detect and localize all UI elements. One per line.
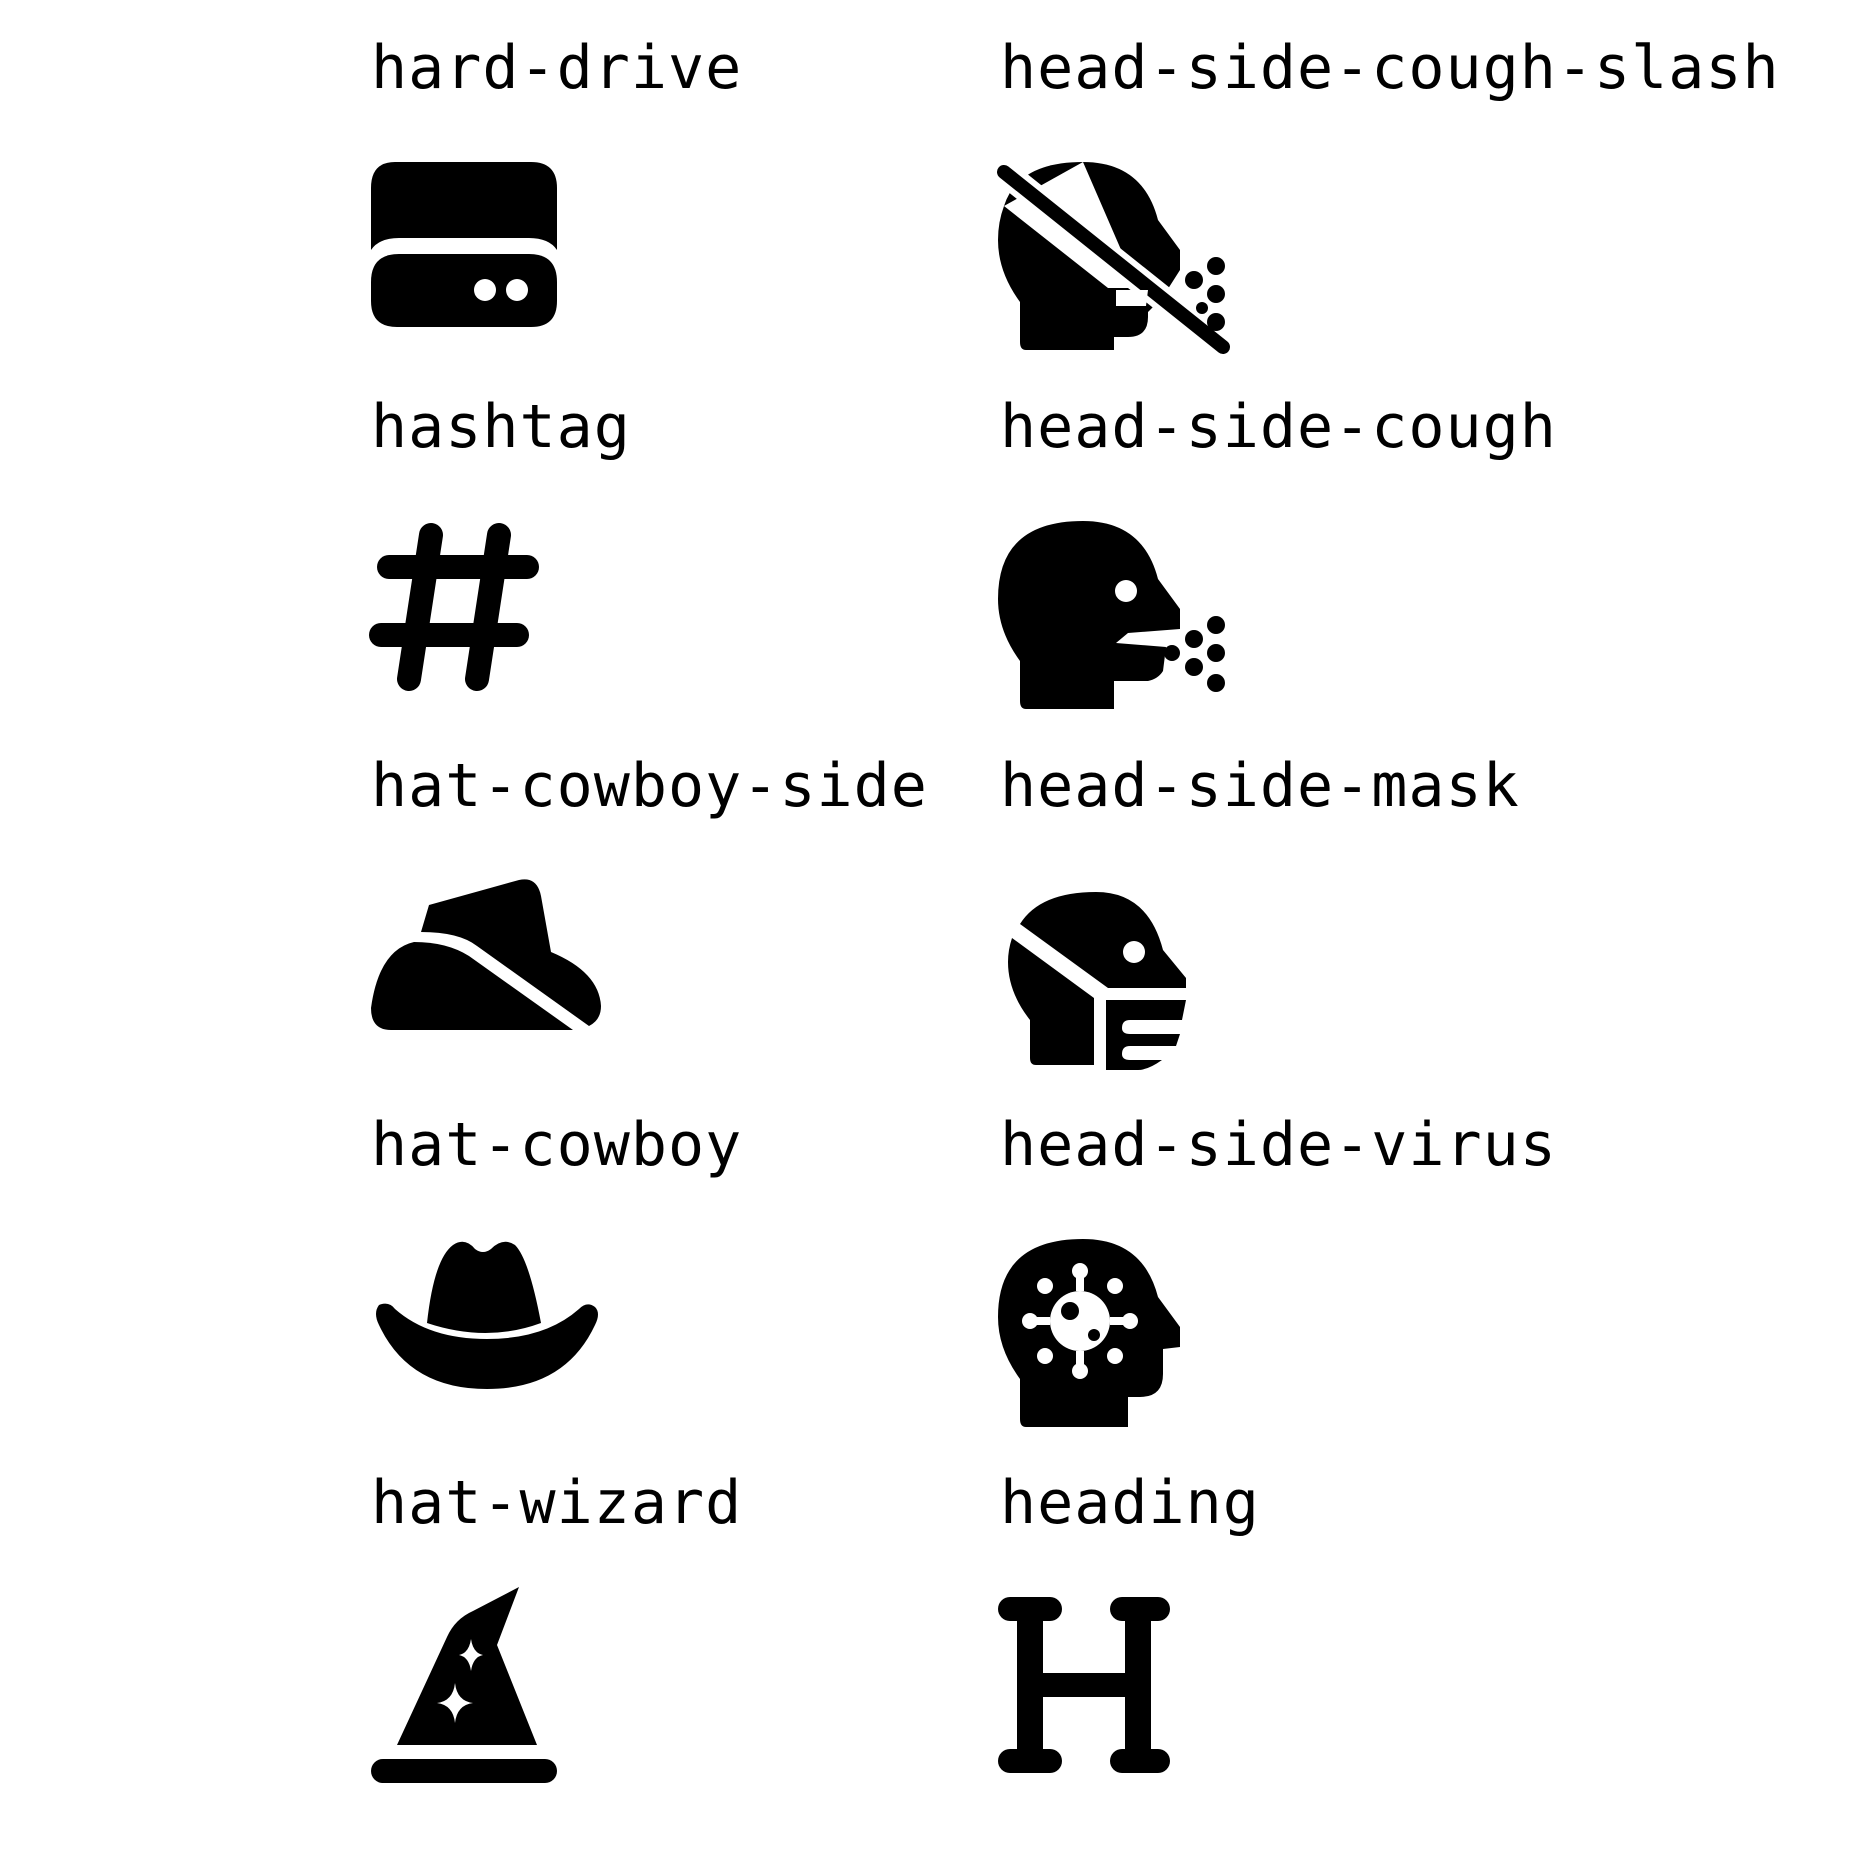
icon-cell-hat-wizard: hat-wizard [371,1467,991,1827]
icon-cell-head-side-cough-slash: head-side-cough-slash [991,32,1779,392]
icon-label: hat-cowboy-side [371,751,928,821]
icon-cell-hashtag: hashtag [369,391,991,751]
icon-label: hard-drive [371,33,743,103]
icon-cell-hat-cowboy-side: hat-cowboy-side [371,750,991,1110]
head-side-cough-slash-icon [991,159,1238,360]
icon-cell-head-side-mask: head-side-mask [1000,750,1620,1110]
hat-wizard-icon [369,1587,609,1783]
icon-label: head-side-cough-slash [1000,33,1780,103]
icon-cell-heading: heading [998,1467,1620,1827]
icon-cell-hard-drive: hard-drive [371,32,991,392]
icon-label: hashtag [371,392,631,462]
icon-label: head-side-cough [1000,392,1557,462]
head-side-virus-icon [998,1239,1238,1427]
icon-cell-head-side-cough: head-side-cough [998,391,1620,751]
head-side-cough-icon [998,521,1238,709]
head-side-mask-icon [998,880,1238,1070]
icon-cell-head-side-virus: head-side-virus [998,1109,1620,1469]
hashtag-icon [369,521,609,701]
icon-label: head-side-mask [1000,751,1520,821]
icon-label: hat-cowboy [371,1110,743,1180]
hat-cowboy-icon [369,1239,609,1419]
icon-cell-hat-cowboy: hat-cowboy [371,1109,991,1469]
heading-icon [998,1597,1238,1777]
hard-drive-icon [369,162,609,342]
icon-label: hat-wizard [371,1468,743,1538]
icon-label: heading [1000,1468,1260,1538]
icon-label: head-side-virus [1000,1110,1557,1180]
hat-cowboy-side-icon [369,879,609,1060]
